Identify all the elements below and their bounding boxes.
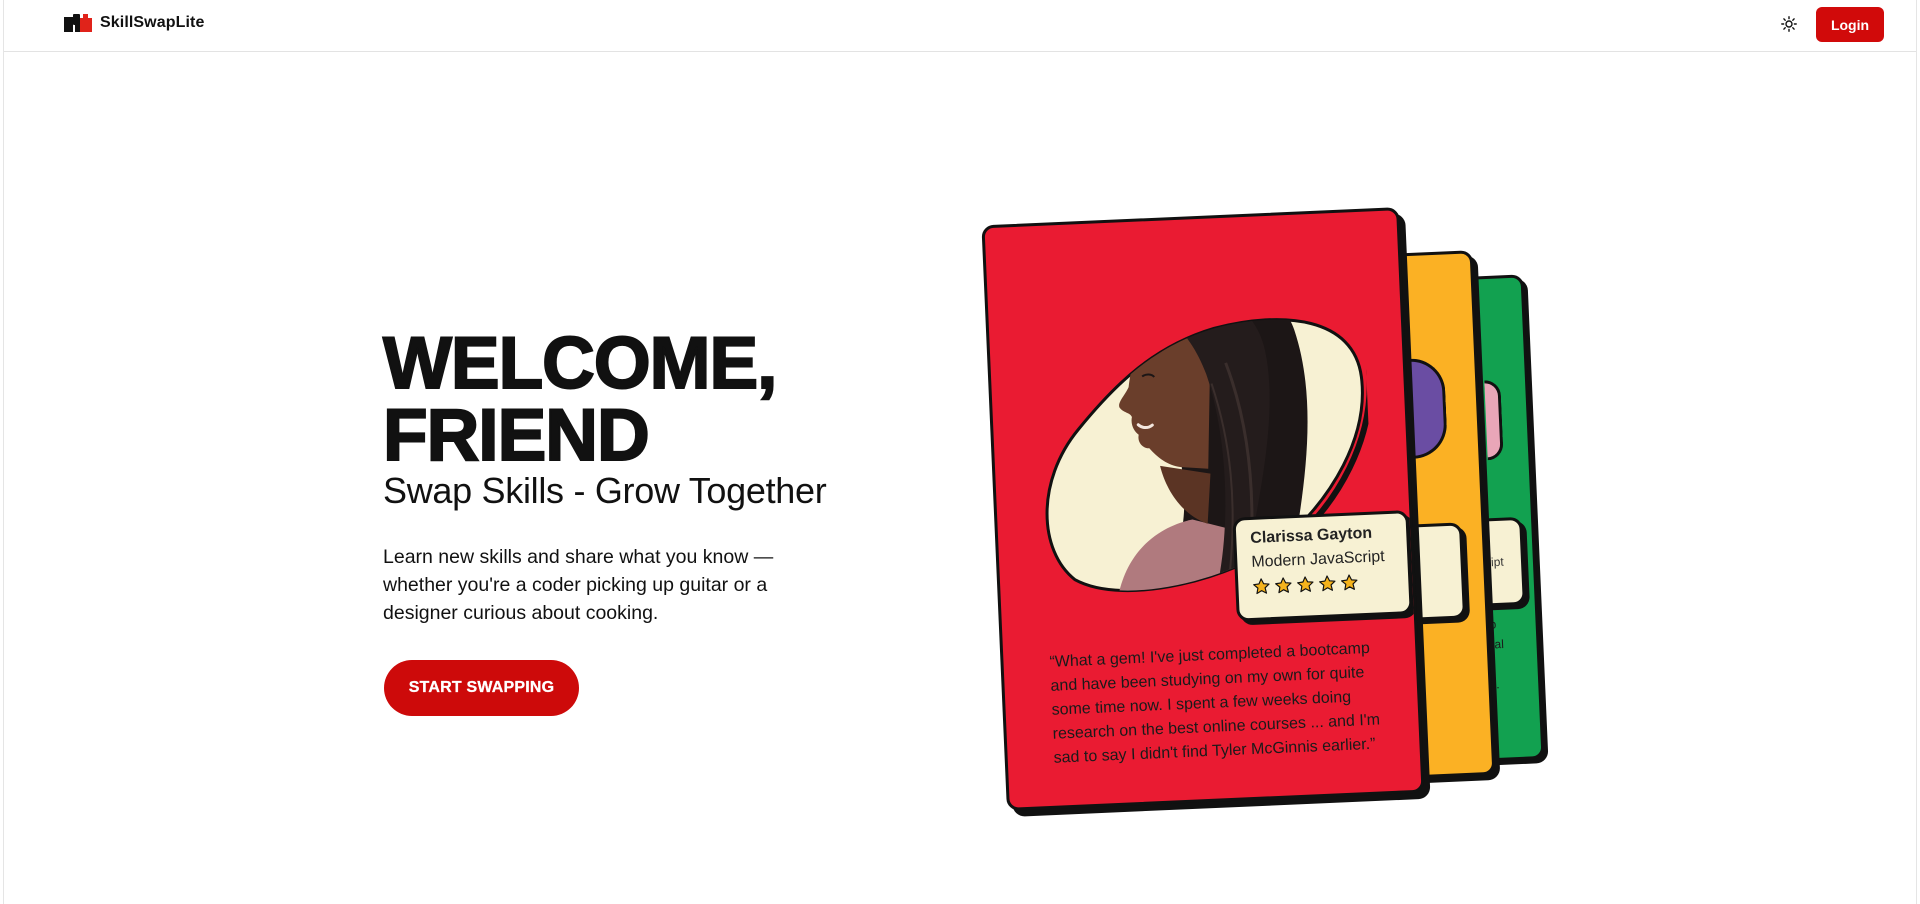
start-swapping-button[interactable]: START SWAPPING	[384, 660, 579, 716]
testimonial-name-box: Clarissa Gayton Modern JavaScript	[1232, 510, 1413, 622]
testimonial-quote: “What a gem! I've just completed a bootc…	[1049, 639, 1381, 767]
hero-title-line-2: FRIEND	[382, 395, 651, 476]
brand-logo-icon	[64, 14, 92, 32]
theme-toggle-button[interactable]	[1776, 13, 1802, 39]
star-icon	[1275, 577, 1292, 594]
brand-name: SkillSwapLite	[100, 14, 205, 31]
star-icon	[1297, 576, 1314, 593]
hero-subtitle: Swap Skills - Grow Together	[383, 470, 827, 511]
login-button[interactable]: Login	[1816, 7, 1884, 42]
page-frame-left	[3, 0, 4, 904]
rating-stars	[1252, 572, 1395, 596]
brand-link[interactable]: SkillSwapLite	[64, 14, 204, 32]
testimonial-name: Clarissa Gayton	[1249, 524, 1373, 547]
testimonial-card-main[interactable]: Clarissa Gayton Modern JavaScript “What …	[981, 207, 1425, 811]
top-navbar: SkillSwapLite Login	[4, 0, 1916, 52]
hero-title: WELCOME, FRIEND	[382, 323, 778, 476]
testimonial-skill: Modern JavaScript	[1251, 548, 1386, 571]
hero-title-line-1: WELCOME,	[382, 323, 778, 404]
star-icon	[1319, 575, 1336, 592]
sun-icon	[1781, 15, 1797, 37]
hero-description: Learn new skills and share what you know…	[383, 546, 774, 624]
star-icon	[1253, 578, 1270, 595]
page-frame-right	[1916, 0, 1917, 904]
star-icon	[1341, 574, 1358, 591]
